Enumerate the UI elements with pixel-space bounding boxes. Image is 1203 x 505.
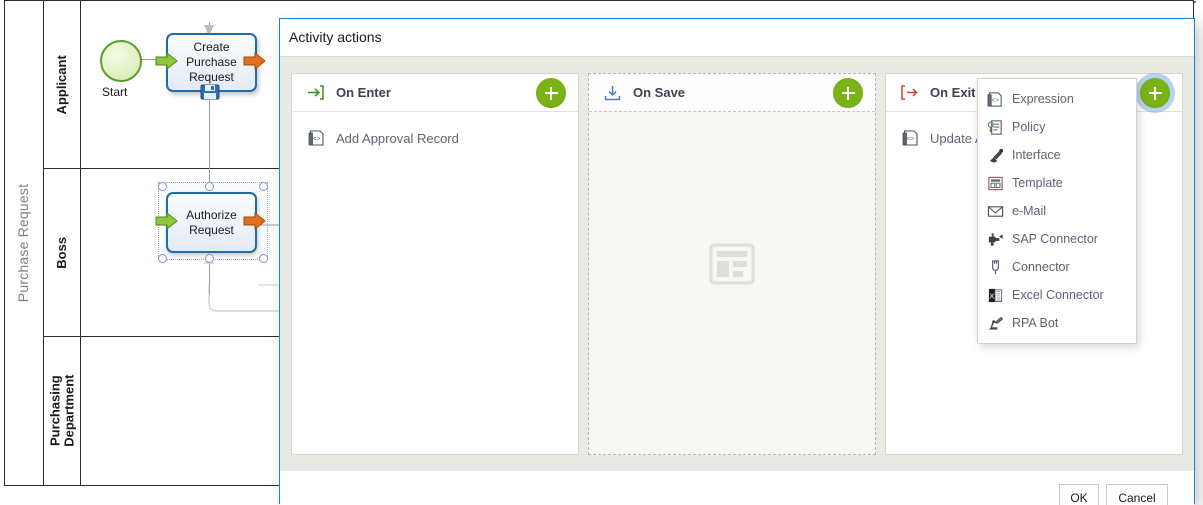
activity-label-authorize-request: Authorize Request bbox=[186, 207, 237, 237]
svg-text:<>: <> bbox=[907, 136, 915, 143]
menu-item-email[interactable]: e-Mail bbox=[978, 197, 1136, 225]
menu-label-template: Template bbox=[1012, 176, 1063, 190]
panel-title-on-save: On Save bbox=[633, 85, 686, 100]
policy-icon bbox=[986, 118, 1004, 136]
sap-connector-icon bbox=[986, 230, 1004, 248]
activity-label-create-purchase-request: Create Purchase Request bbox=[186, 40, 237, 84]
expression-icon: <> bbox=[902, 129, 920, 147]
template-icon bbox=[986, 174, 1004, 192]
save-marker-icon bbox=[200, 84, 220, 100]
lane-label-applicant: Applicant bbox=[54, 54, 70, 115]
menu-label-expression: Expression bbox=[1012, 92, 1074, 106]
interface-plug-icon bbox=[986, 146, 1004, 164]
ok-button[interactable]: OK bbox=[1059, 484, 1099, 505]
add-action-button-on-enter[interactable] bbox=[536, 78, 566, 108]
menu-item-excel-connector[interactable]: X Excel Connector bbox=[978, 281, 1136, 309]
envelope-icon bbox=[986, 202, 1004, 220]
menu-item-template[interactable]: Template bbox=[978, 169, 1136, 197]
menu-label-rpa-bot: RPA Bot bbox=[1012, 316, 1059, 330]
menu-item-connector[interactable]: Connector bbox=[978, 253, 1136, 281]
panel-header-on-enter: On Enter bbox=[292, 74, 578, 112]
handle-s[interactable] bbox=[205, 254, 214, 263]
handle-ne[interactable] bbox=[259, 182, 268, 191]
download-save-icon bbox=[603, 84, 621, 102]
menu-label-interface: Interface bbox=[1012, 148, 1061, 162]
lane-header-applicant: Applicant bbox=[44, 1, 81, 168]
lane-header-purchasing-department: Purchasing Department bbox=[44, 337, 81, 485]
connector-plug-icon bbox=[986, 258, 1004, 276]
svg-text:X: X bbox=[989, 291, 994, 300]
handle-se[interactable] bbox=[259, 254, 268, 263]
excel-connector-icon: X bbox=[986, 286, 1004, 304]
lane-label-purchasing-department: Purchasing Department bbox=[47, 374, 76, 448]
menu-item-rpa-bot[interactable]: RPA Bot bbox=[978, 309, 1136, 337]
menu-label-sap-connector: SAP Connector bbox=[1012, 232, 1098, 246]
svg-text:<>: <> bbox=[313, 136, 321, 143]
panel-title-on-exit: On Exit bbox=[930, 85, 976, 100]
layout-placeholder-icon bbox=[708, 240, 756, 288]
start-event[interactable] bbox=[100, 40, 142, 82]
menu-label-policy: Policy bbox=[1012, 120, 1046, 134]
dialog-footer: OK Cancel bbox=[280, 471, 1194, 505]
menu-label-excel-connector: Excel Connector bbox=[1012, 288, 1104, 302]
add-action-button-on-save[interactable] bbox=[833, 78, 863, 108]
menu-item-interface[interactable]: Interface bbox=[978, 141, 1136, 169]
incoming-arrow-icon-create bbox=[155, 51, 178, 71]
expression-icon: <> bbox=[986, 90, 1004, 108]
arrow-out-of-bracket-icon bbox=[900, 84, 918, 102]
action-type-menu[interactable]: <> Expression Policy Interface Template … bbox=[977, 78, 1137, 344]
dialog-title: Activity actions bbox=[289, 29, 382, 45]
action-label-add-approval-record: Add Approval Record bbox=[336, 130, 459, 146]
lane-header-boss: Boss bbox=[44, 169, 81, 336]
outgoing-arrow-icon-authorize bbox=[243, 211, 266, 231]
expression-icon: <> bbox=[308, 129, 326, 147]
action-item-add-approval-record[interactable]: <> Add Approval Record bbox=[292, 122, 578, 154]
panel-header-on-save: On Save bbox=[589, 74, 875, 112]
menu-label-email: e-Mail bbox=[1012, 204, 1047, 218]
rpa-bot-icon bbox=[986, 314, 1004, 332]
flow-create-to-authorize bbox=[209, 100, 210, 182]
screen: Request Quote Purchase Request Applicant… bbox=[0, 0, 1203, 505]
menu-item-policy[interactable]: Policy bbox=[978, 113, 1136, 141]
handle-sw[interactable] bbox=[158, 254, 167, 263]
handle-nw[interactable] bbox=[158, 182, 167, 191]
cancel-button[interactable]: Cancel bbox=[1106, 484, 1168, 505]
lane-label-boss: Boss bbox=[54, 236, 70, 269]
handle-n[interactable] bbox=[205, 182, 214, 191]
menu-item-expression[interactable]: <> Expression bbox=[978, 85, 1136, 113]
start-event-label: Start bbox=[102, 85, 128, 99]
incoming-arrow-icon-authorize bbox=[155, 211, 178, 231]
pool-title: Purchase Request bbox=[4, 0, 44, 486]
panel-title-on-enter: On Enter bbox=[336, 85, 391, 100]
svg-text:<>: <> bbox=[991, 96, 999, 103]
panel-on-save[interactable]: On Save bbox=[588, 73, 876, 455]
menu-label-connector: Connector bbox=[1012, 260, 1070, 274]
add-action-button-on-exit[interactable] bbox=[1140, 78, 1170, 108]
panel-on-enter[interactable]: On Enter <> Add Approval Record bbox=[291, 73, 579, 455]
outgoing-arrow-icon-create bbox=[243, 51, 266, 71]
pool-title-label: Purchase Request bbox=[15, 183, 32, 303]
arrow-into-bracket-icon bbox=[306, 84, 324, 102]
menu-item-sap-connector[interactable]: SAP Connector bbox=[978, 225, 1136, 253]
